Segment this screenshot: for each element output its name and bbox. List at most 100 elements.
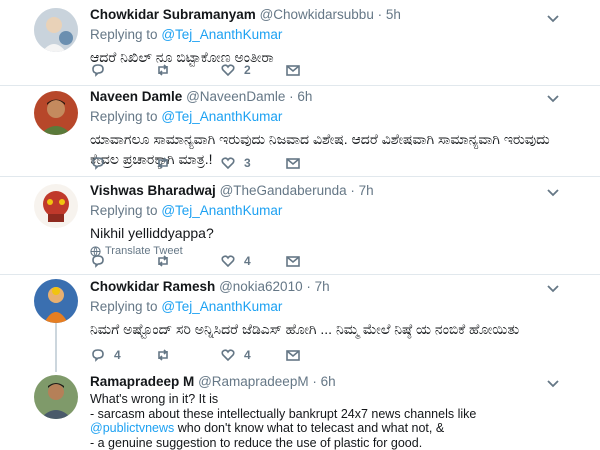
like-count: 3 (244, 156, 251, 170)
avatar[interactable] (34, 279, 78, 323)
timestamp[interactable]: · 6h (289, 89, 312, 104)
tweet-2[interactable]: Naveen Damle @NaveenDamle · 6h Replying … (0, 86, 600, 176)
chevron-down-icon[interactable] (546, 94, 560, 104)
reply-button[interactable]: 4 (90, 347, 155, 363)
display-name[interactable]: Ramapradeep M (90, 374, 194, 389)
like-button[interactable]: 3 (220, 155, 285, 171)
message-button[interactable] (285, 253, 350, 269)
tweet-text-fragment: who don't know what to telecast and what… (174, 421, 445, 435)
avatar-image (34, 8, 78, 52)
replying-to: Replying to @Tej_AnanthKumar (90, 202, 580, 220)
message-button[interactable] (285, 155, 350, 171)
timestamp[interactable]: · 7h (306, 279, 329, 294)
retweet-icon (158, 157, 168, 169)
replying-to: Replying to @Tej_AnanthKumar (90, 108, 580, 126)
timestamp[interactable]: · 5h (378, 7, 401, 22)
tweet-actions: 4 4 (90, 345, 350, 365)
retweet-icon (158, 349, 168, 361)
envelope-icon (286, 350, 300, 361)
chevron-down-icon[interactable] (546, 14, 560, 24)
display-name[interactable]: Naveen Damle (90, 89, 182, 104)
chevron-down-icon[interactable] (546, 284, 560, 294)
tweet-actions: 4 (90, 251, 350, 271)
avatar-image (34, 279, 78, 323)
envelope-icon (286, 158, 300, 169)
tweet-5[interactable]: Ramapradeep M @RamapradeepM · 6h What's … (0, 371, 600, 450)
replying-to-link[interactable]: @Tej_AnanthKumar (161, 299, 282, 314)
heart-icon (221, 64, 235, 77)
reply-icon (92, 349, 104, 362)
like-button[interactable]: 4 (220, 347, 285, 363)
replying-to-label: Replying to (90, 203, 158, 218)
like-count: 2 (244, 63, 251, 77)
tweet-3[interactable]: Vishwas Bharadwaj @TheGandaberunda · 7h … (0, 177, 600, 274)
envelope-icon (286, 65, 300, 76)
display-name[interactable]: Chowkidar Subramanyam (90, 7, 256, 22)
replying-to-link[interactable]: @Tej_AnanthKumar (161, 27, 282, 42)
avatar[interactable] (34, 91, 78, 135)
replying-to: Replying to @Tej_AnanthKumar (90, 298, 580, 316)
avatar-image (34, 91, 78, 135)
user-handle[interactable]: @TheGandaberunda (220, 183, 347, 198)
tweet-text-line: - sarcasm about these intellectually ban… (90, 406, 477, 421)
like-button[interactable]: 4 (220, 253, 285, 269)
heart-icon (221, 349, 235, 362)
tweet-text: ನಿಮಗೆ ಅಷ್ಟೊಂದ್ ಸರಿ ಅನ್ನಿಸಿದರೆ ಜೆಡಿಎಸ್ ಹೋ… (90, 321, 520, 337)
user-handle[interactable]: @nokia62010 (219, 279, 303, 294)
timestamp[interactable]: · 7h (350, 183, 373, 198)
tweet-text: Nikhil yelliddyappa? (90, 225, 214, 241)
tweet-text-line: What's wrong in it? It is (90, 392, 219, 406)
reply-button[interactable] (90, 155, 155, 171)
user-handle[interactable]: @RamapradeepM (198, 374, 309, 389)
avatar[interactable] (34, 184, 78, 228)
like-count: 4 (244, 348, 251, 362)
retweet-icon (158, 64, 168, 76)
display-name[interactable]: Chowkidar Ramesh (90, 279, 215, 294)
tweet-header: Chowkidar Subramanyam @Chowkidarsubbu · … (90, 6, 580, 24)
heart-icon (221, 255, 235, 268)
reply-icon (92, 157, 104, 170)
user-handle[interactable]: @NaveenDamle (186, 89, 285, 104)
display-name[interactable]: Vishwas Bharadwaj (90, 183, 216, 198)
tweet-actions: 2 (90, 60, 350, 80)
tweet-header: Chowkidar Ramesh @nokia62010 · 7h (90, 278, 580, 296)
retweet-button[interactable] (155, 253, 220, 269)
replying-to-label: Replying to (90, 27, 158, 42)
avatar-image (34, 375, 78, 419)
tweet-header: Naveen Damle @NaveenDamle · 6h (90, 88, 580, 106)
tweet-4[interactable]: Chowkidar Ramesh @nokia62010 · 7h Replyi… (0, 275, 600, 365)
tweet-text: What's wrong in it? It is - sarcasm abou… (90, 392, 580, 450)
avatar-image (34, 184, 78, 228)
replying-to: Replying to @Tej_AnanthKumar (90, 26, 580, 44)
chevron-down-icon[interactable] (546, 188, 560, 198)
chevron-down-icon[interactable] (546, 379, 560, 389)
retweet-icon (158, 255, 168, 267)
avatar[interactable] (34, 8, 78, 52)
tweet-header: Vishwas Bharadwaj @TheGandaberunda · 7h (90, 182, 580, 200)
replying-to-link[interactable]: @Tej_AnanthKumar (161, 109, 282, 124)
retweet-button[interactable] (155, 155, 220, 171)
reply-button[interactable] (90, 253, 155, 269)
user-handle[interactable]: @Chowkidarsubbu (260, 7, 374, 22)
timestamp[interactable]: · 6h (312, 374, 335, 389)
retweet-button[interactable] (155, 62, 220, 78)
reply-icon (92, 64, 104, 77)
tweet-1[interactable]: Chowkidar Subramanyam @Chowkidarsubbu · … (0, 0, 600, 85)
message-button[interactable] (285, 347, 350, 363)
reply-button[interactable] (90, 62, 155, 78)
heart-icon (221, 157, 235, 170)
like-button[interactable]: 2 (220, 62, 285, 78)
tweet-actions: 3 (90, 153, 350, 173)
tweet-text-line: - a genuine suggestion to reduce the use… (90, 435, 423, 450)
mention-link[interactable]: @publictvnews (90, 421, 174, 435)
reply-count: 4 (114, 348, 121, 362)
replying-to-link[interactable]: @Tej_AnanthKumar (161, 203, 282, 218)
like-count: 4 (244, 254, 251, 268)
avatar[interactable] (34, 375, 78, 419)
retweet-button[interactable] (155, 347, 220, 363)
envelope-icon (286, 256, 300, 267)
tweet-text-line: @publictvnews who don't know what to tel… (90, 421, 580, 436)
replying-to-label: Replying to (90, 109, 158, 124)
message-button[interactable] (285, 62, 350, 78)
replying-to-label: Replying to (90, 299, 158, 314)
